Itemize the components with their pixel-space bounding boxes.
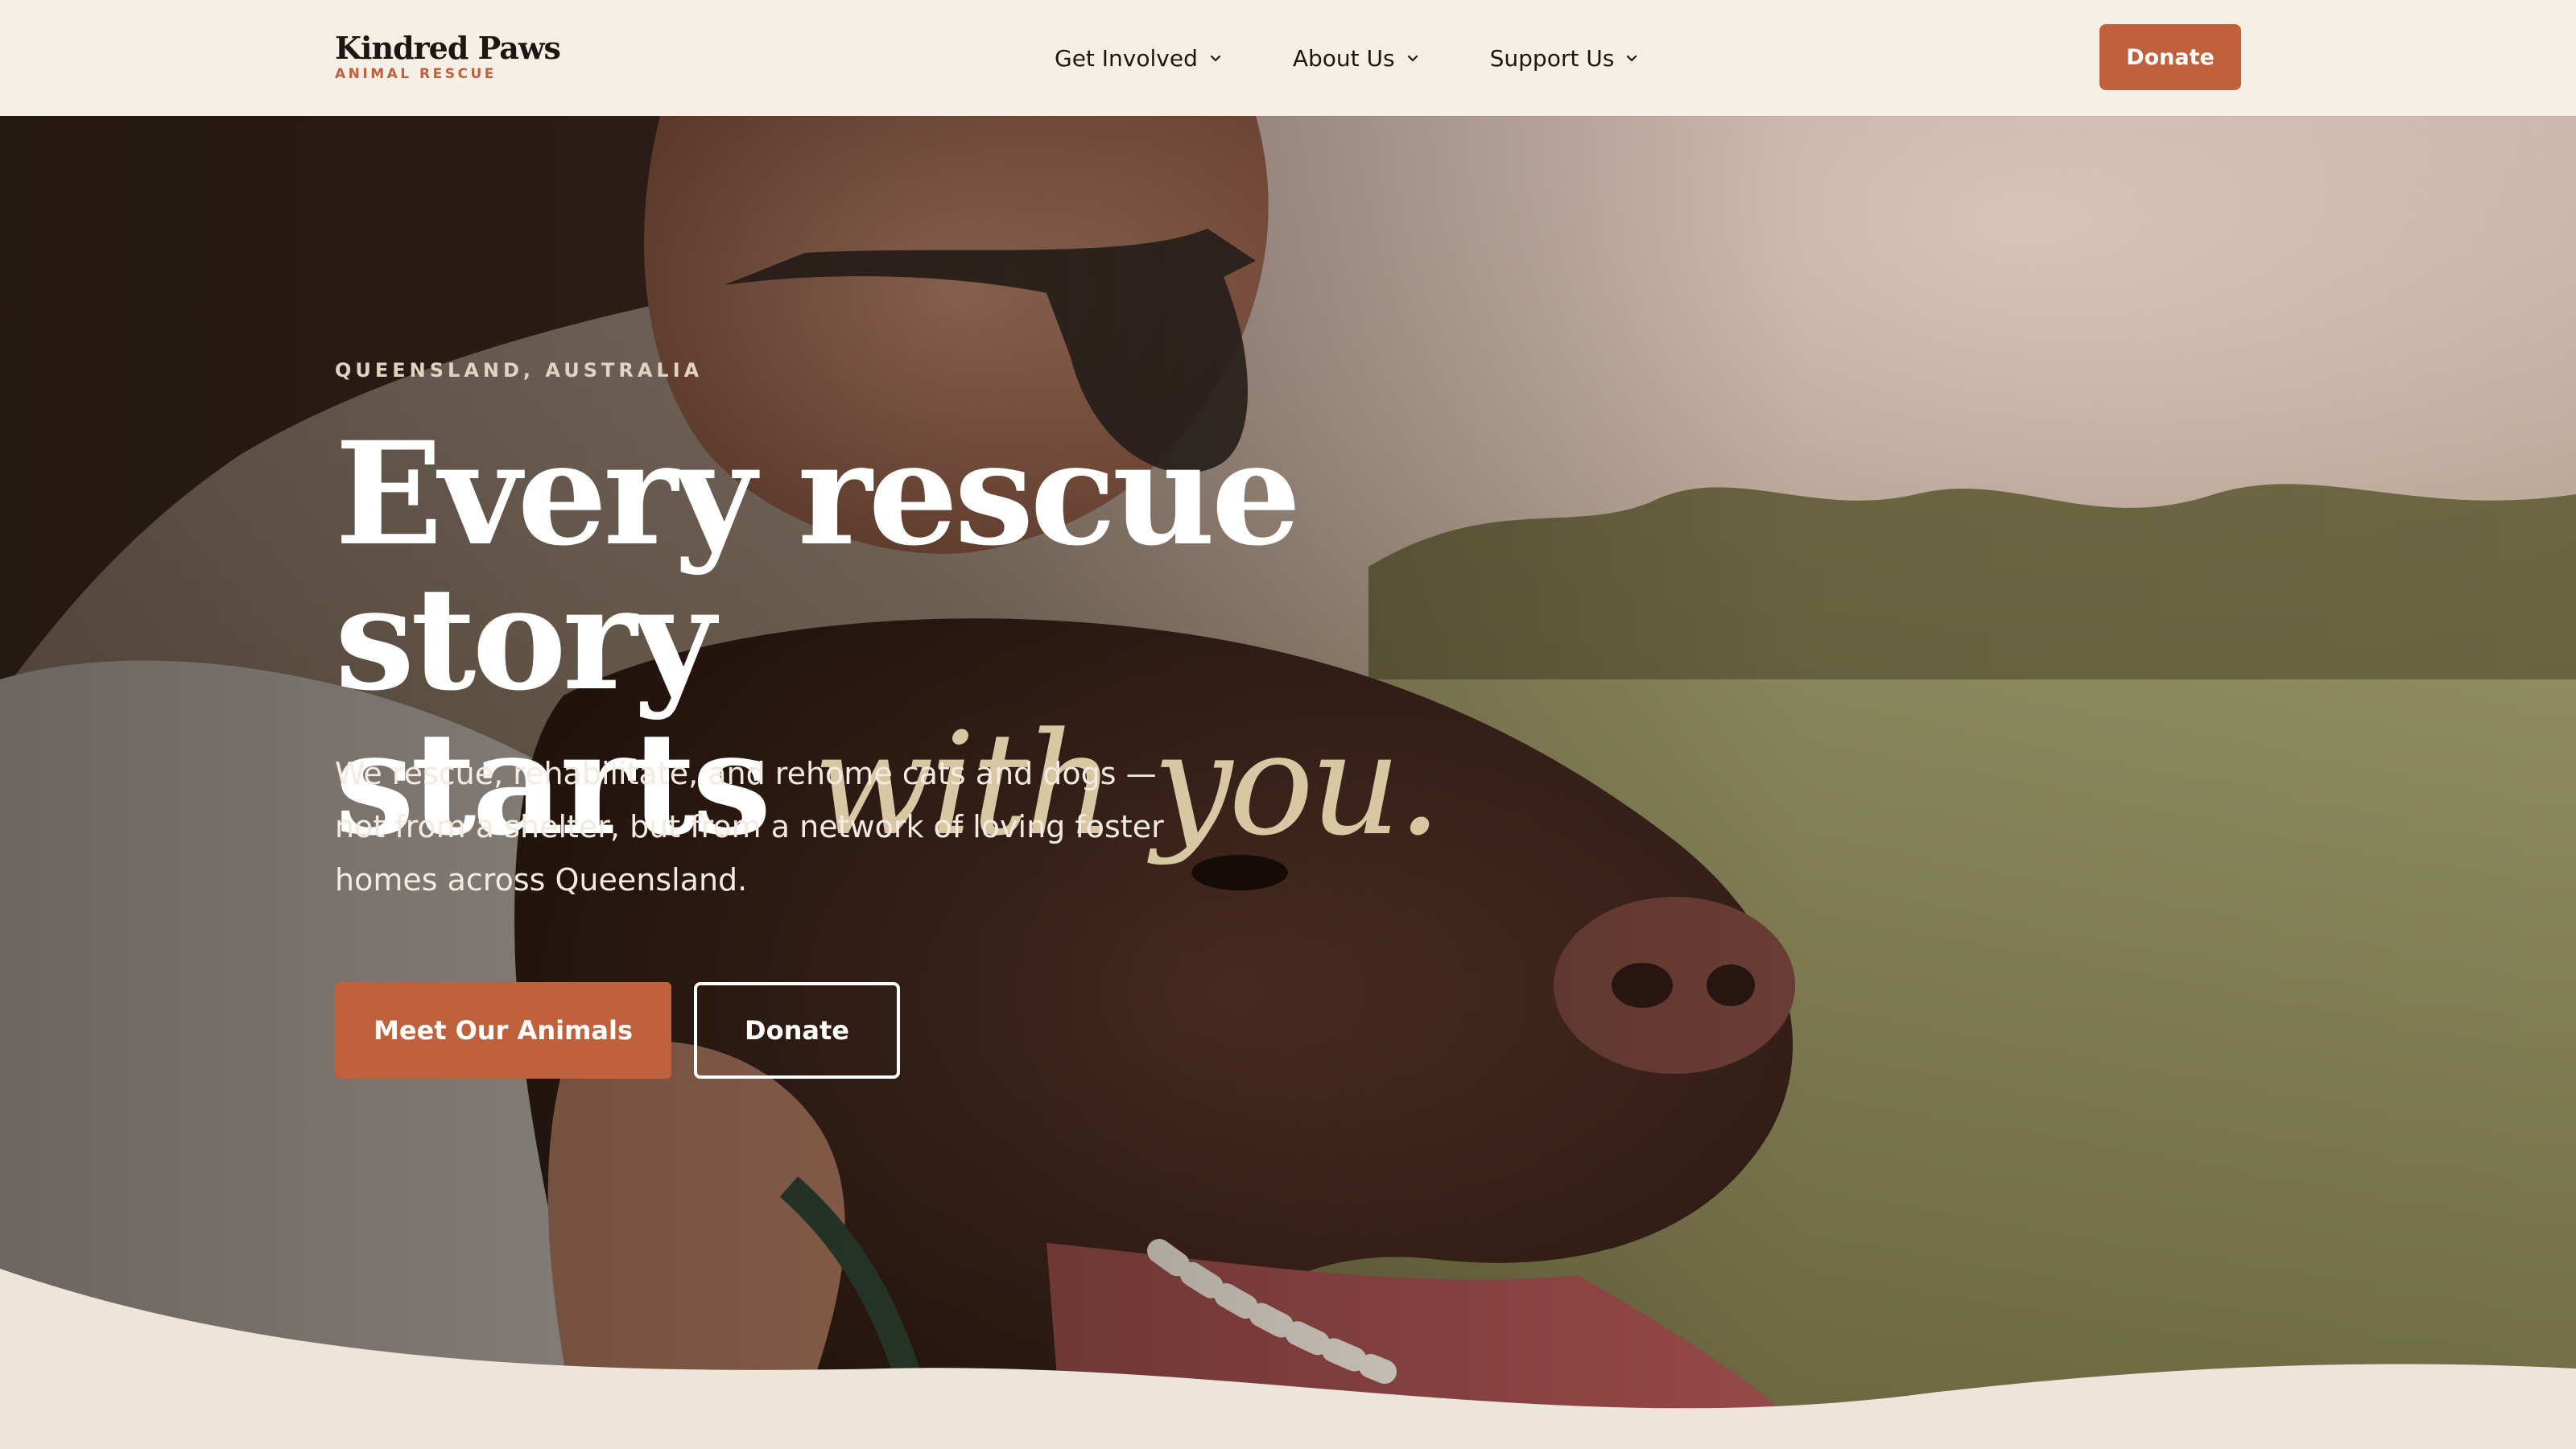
nav-item-label: About Us xyxy=(1292,44,1395,72)
chevron-down-icon xyxy=(1210,55,1220,62)
site-header: Kindred Paws ANIMAL RESCUE Get Involved … xyxy=(0,0,2576,116)
hero-donate-button[interactable]: Donate xyxy=(694,982,900,1079)
nav-item-get-involved[interactable]: Get Involved xyxy=(1051,35,1225,80)
hero-description: We rescue, rehabilitate, and rehome cats… xyxy=(335,756,1164,898)
header-donate-button[interactable]: Donate xyxy=(2099,24,2241,90)
nav-item-support-us[interactable]: Support Us xyxy=(1487,35,1642,80)
nav-item-about-us[interactable]: About Us xyxy=(1290,35,1422,80)
chevron-down-icon xyxy=(1627,55,1637,62)
nav-item-label: Get Involved xyxy=(1055,44,1198,72)
chevron-down-icon xyxy=(1407,55,1418,62)
logo-subtitle: ANIMAL RESCUE xyxy=(335,66,497,82)
site-logo[interactable]: Kindred Paws ANIMAL RESCUE xyxy=(335,29,561,82)
hero-section: QUEENSLAND, AUSTRALIA Every rescue story… xyxy=(0,116,2576,1449)
headline-line-1: Every rescue story xyxy=(335,411,1302,722)
logo-title: Kindred Paws xyxy=(335,30,561,66)
hero-wave-divider xyxy=(0,1269,2576,1449)
nav-item-label: Support Us xyxy=(1489,44,1615,72)
meet-our-animals-button[interactable]: Meet Our Animals xyxy=(335,982,671,1079)
main-nav: Get Involved About Us Support Us xyxy=(1051,35,1641,80)
hero-eyebrow: QUEENSLAND, AUSTRALIA xyxy=(335,359,704,382)
